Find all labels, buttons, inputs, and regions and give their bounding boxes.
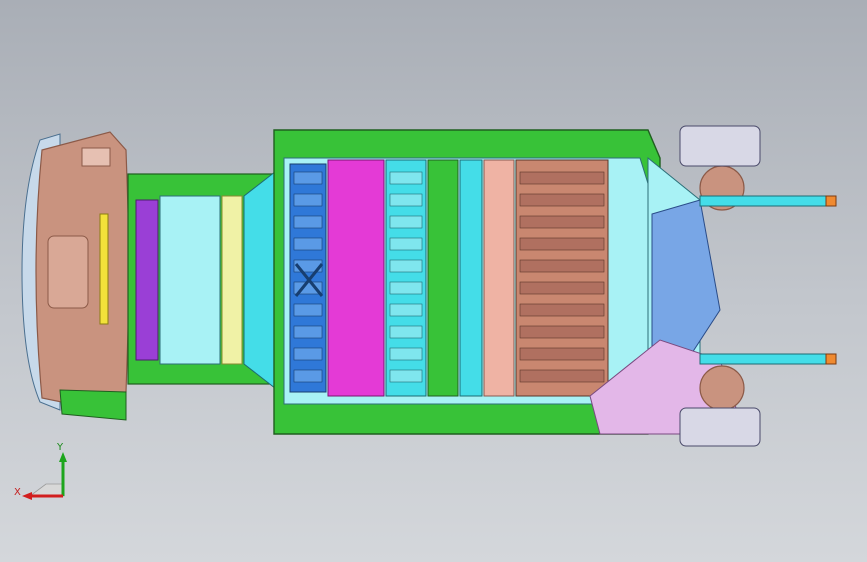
front-yellow-light-strip	[221, 195, 243, 365]
triad-z-cone-icon	[28, 483, 65, 497]
battery-cell-cyan	[389, 347, 423, 361]
battery-cell-blue	[293, 237, 323, 251]
battery-cell-blue	[293, 369, 323, 383]
battery-cell-cyan	[389, 171, 423, 185]
cad-viewport[interactable]	[0, 0, 867, 562]
battery-cell-cyan	[389, 237, 423, 251]
triad-x-arrow-icon	[22, 492, 32, 500]
battery-cell-blue	[293, 325, 323, 339]
battery-cell-cyan	[389, 259, 423, 273]
front-yellow-strip	[99, 213, 109, 325]
battery-cell-blue	[293, 303, 323, 317]
battery-cell-brown	[519, 259, 605, 273]
front-purple-rail	[135, 199, 159, 361]
rear-mount-bottom	[679, 407, 761, 447]
battery-cell-brown	[519, 325, 605, 339]
rear-axle-bottom	[699, 353, 835, 365]
rear-axle-top	[699, 195, 835, 207]
battery-cell-brown	[519, 171, 605, 185]
battery-salmon-band	[483, 159, 515, 397]
battery-cell-blue	[293, 193, 323, 207]
battery-cell-cyan	[389, 215, 423, 229]
front-green-corner	[59, 389, 127, 421]
battery-cell-blue	[293, 215, 323, 229]
battery-cell-brown	[519, 281, 605, 295]
battery-cell-blue	[293, 347, 323, 361]
battery-green-band	[427, 159, 459, 397]
battery-cell-cyan	[389, 193, 423, 207]
battery-cell-blue	[293, 171, 323, 185]
front-cyan-block	[159, 195, 221, 365]
battery-cyan-band-2	[459, 159, 483, 397]
front-center-panel	[47, 235, 89, 309]
battery-magenta-band	[327, 159, 385, 397]
rear-axle-bottom-cap	[825, 353, 837, 365]
battery-cell-brown	[519, 215, 605, 229]
triad-y-arrow-icon	[59, 452, 67, 462]
rear-mount-top	[679, 125, 761, 167]
battery-cell-brown	[519, 303, 605, 317]
front-bracket-top	[81, 147, 111, 167]
battery-cell-brown	[519, 193, 605, 207]
battery-cell-cyan	[389, 325, 423, 339]
battery-cell-brown	[519, 369, 605, 383]
chassis-model[interactable]	[21, 125, 837, 447]
triad-y-label: Y	[56, 442, 64, 453]
triad-x-label: X	[14, 487, 21, 498]
battery-cell-cyan	[389, 369, 423, 383]
rear-knuckle-bottom	[699, 365, 745, 411]
battery-cell-brown	[519, 237, 605, 251]
battery-cell-cyan	[389, 281, 423, 295]
rear-axle-top-cap	[825, 195, 837, 207]
rear-x-brace	[651, 199, 721, 357]
battery-cell-brown	[519, 347, 605, 361]
battery-cell-cyan	[389, 303, 423, 317]
axis-triad: X Y	[14, 442, 67, 500]
